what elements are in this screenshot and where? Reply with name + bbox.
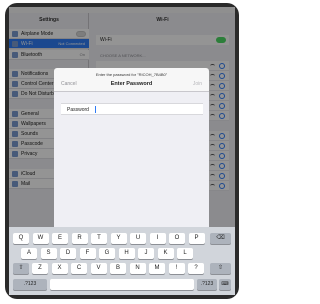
key-a[interactable]: A (21, 248, 37, 259)
key-y[interactable]: Y (110, 233, 127, 244)
numbers-key-left[interactable]: .?123 (13, 279, 47, 290)
key-q[interactable]: Q (13, 233, 29, 244)
key-l[interactable]: L (177, 248, 193, 259)
password-input[interactable] (95, 106, 195, 114)
key-d[interactable]: D (60, 248, 76, 259)
key-c[interactable]: C (71, 263, 87, 274)
key-p[interactable]: P (188, 233, 205, 244)
shift-key[interactable]: ⇧ (13, 263, 29, 274)
dialog-hint: Enter the password for "RICOH_7B4B0" (95, 72, 168, 77)
dialog-title: Enter Password (110, 81, 153, 87)
dialog-body: Password (54, 92, 209, 233)
stage: Settings Airplane Mode Wi-Fi Not Connected… (0, 0, 244, 304)
key-question[interactable]: ? (188, 263, 204, 274)
key-g[interactable]: G (99, 248, 115, 259)
key-f[interactable]: F (79, 248, 96, 259)
key-exclamation[interactable]: ! (168, 263, 185, 274)
shift-key-right[interactable]: ⇧ (210, 263, 231, 274)
key-h[interactable]: H (118, 248, 135, 259)
backspace-key[interactable]: ⌫ (210, 233, 231, 244)
key-m[interactable]: M (149, 263, 165, 274)
join-button[interactable]: Join (193, 81, 202, 87)
key-x[interactable]: X (51, 263, 68, 274)
password-label: Password (67, 107, 89, 113)
key-s[interactable]: S (40, 248, 57, 259)
key-u[interactable]: U (130, 233, 146, 244)
key-w[interactable]: W (32, 233, 49, 244)
ipad-frame: Settings Airplane Mode Wi-Fi Not Connected… (5, 3, 239, 299)
text-caret (95, 106, 96, 113)
key-r[interactable]: R (71, 233, 88, 244)
space-bar[interactable] (50, 279, 194, 290)
key-v[interactable]: V (90, 263, 107, 274)
key-i[interactable]: I (149, 233, 166, 244)
key-b[interactable]: B (110, 263, 126, 274)
password-dialog: Enter the password for "RICOH_7B4B0" Can… (54, 68, 209, 233)
key-n[interactable]: N (129, 263, 146, 274)
key-e[interactable]: E (52, 233, 68, 244)
key-o[interactable]: O (169, 233, 185, 244)
key-z[interactable]: Z (32, 263, 48, 274)
key-j[interactable]: J (138, 248, 154, 259)
keyboard-dismiss-key[interactable]: ⌨ (219, 279, 231, 290)
keyboard: Q W E R T Y U I O P ⌫ A S D F G H J K L ⇧ Z X C V B N M!? ⇧ .?123 .?12… (9, 227, 235, 295)
key-k[interactable]: K (157, 248, 174, 259)
key-t[interactable]: T (91, 233, 107, 244)
password-row[interactable]: Password (61, 103, 203, 115)
numbers-key-right[interactable]: .?123 (197, 279, 217, 290)
screen: Settings Airplane Mode Wi-Fi Not Connected… (9, 7, 235, 295)
